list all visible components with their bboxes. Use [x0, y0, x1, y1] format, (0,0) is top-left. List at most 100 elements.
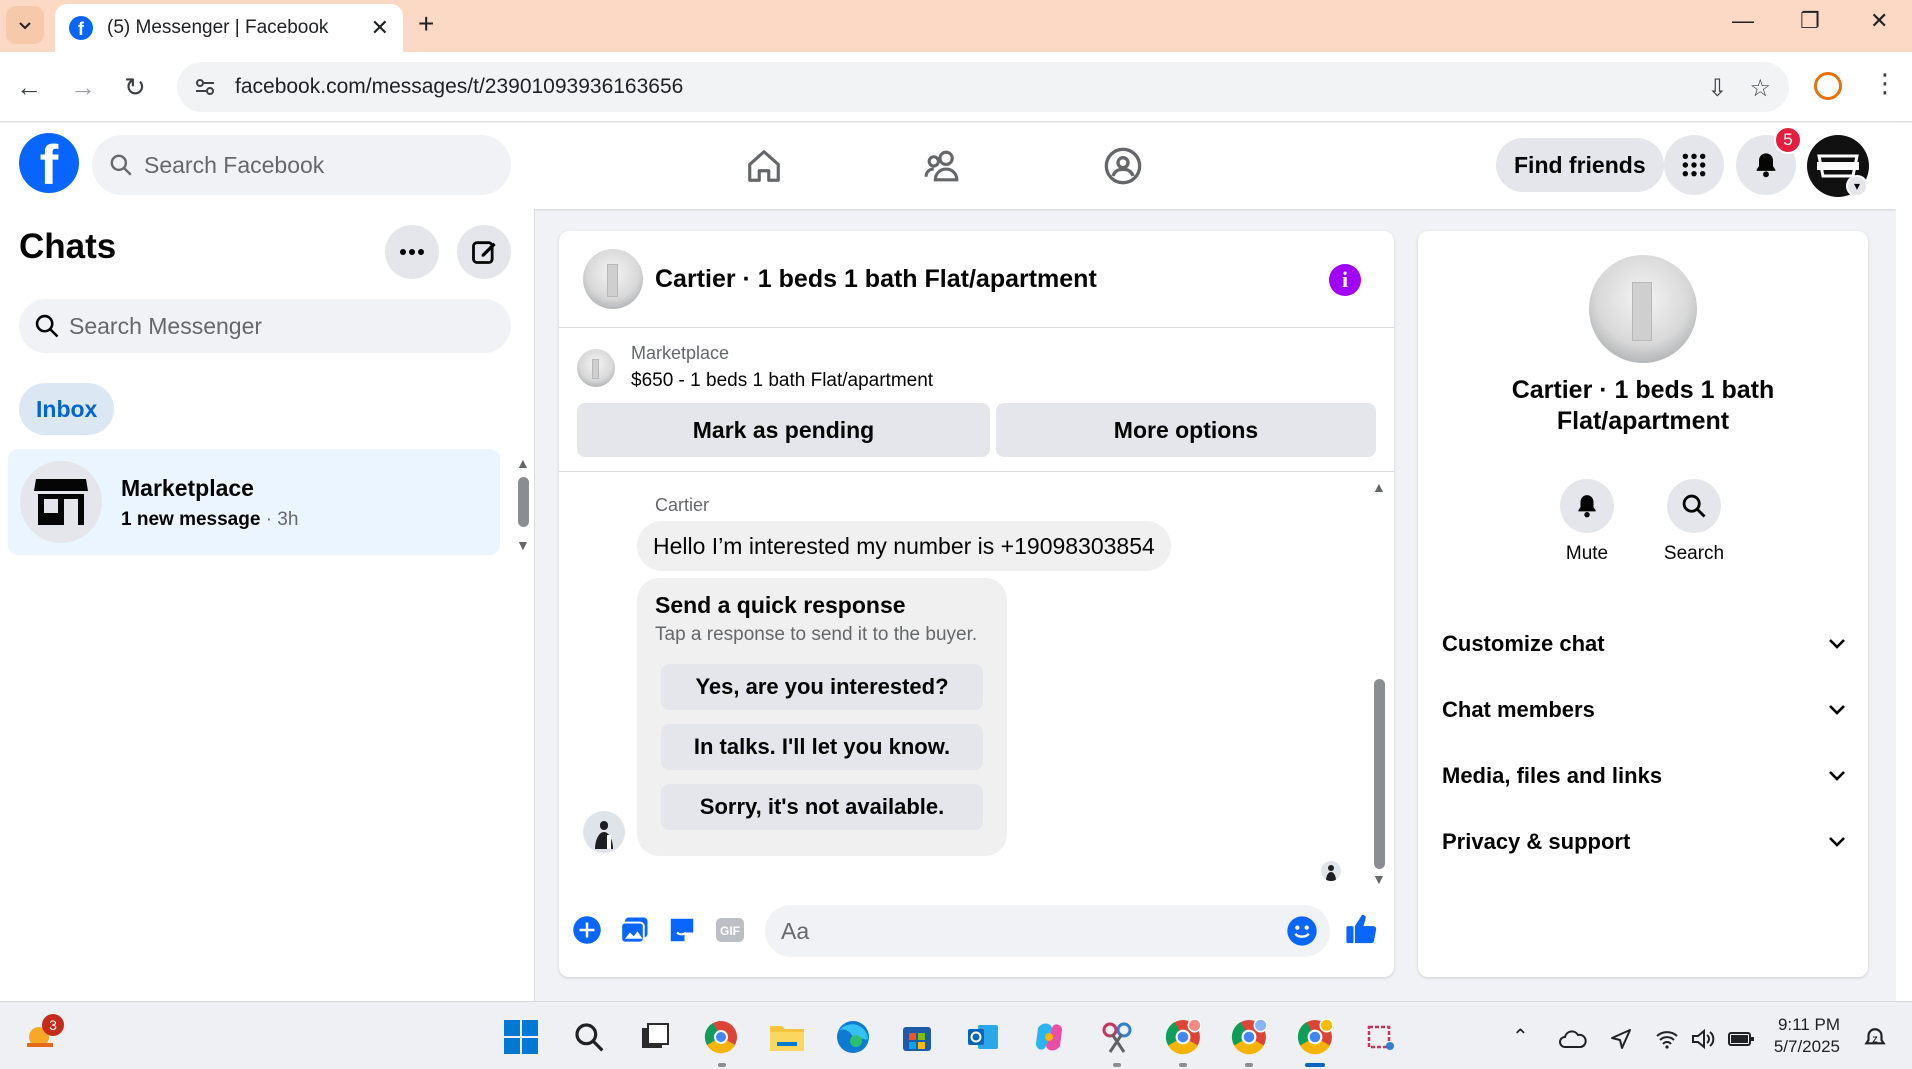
tray-overflow-chevron-icon[interactable]: ⌃ [1512, 1024, 1529, 1049]
message-bubble[interactable]: Hello I’m interested my number is +19098… [637, 521, 1171, 571]
quick-response-subtitle: Tap a response to send it to the buyer. [655, 624, 978, 645]
quick-response-option[interactable]: Sorry, it's not available. [661, 784, 983, 830]
browser-tab-active[interactable]: f (5) Messenger | Facebook ✕ [55, 4, 403, 52]
listing-summary[interactable]: $650 - 1 beds 1 bath Flat/apartment [631, 370, 933, 392]
battery-icon[interactable] [1722, 1020, 1760, 1058]
inbox-filter[interactable]: Inbox [19, 383, 115, 435]
volume-icon[interactable] [1684, 1020, 1722, 1058]
mute-action[interactable]: Mute [1547, 479, 1627, 565]
conversation-item-marketplace[interactable]: Marketplace 1 new message · 3h [8, 449, 500, 555]
restore-icon[interactable]: ❐ [1800, 8, 1820, 34]
listing-small-thumbnail[interactable] [577, 349, 615, 387]
browser-menu-icon[interactable]: ⋮ [1872, 68, 1898, 99]
gif-icon[interactable]: GIF [714, 914, 746, 946]
search-in-chat-action[interactable]: Search [1654, 479, 1734, 565]
message-input[interactable] [781, 917, 1241, 945]
emoji-icon[interactable] [1286, 915, 1318, 947]
onedrive-cloud-icon[interactable] [1554, 1020, 1592, 1058]
chats-options-button[interactable] [385, 225, 439, 279]
messenger-search[interactable] [19, 299, 511, 353]
section-label: Privacy & support [1442, 829, 1631, 854]
start-windows-icon[interactable] [502, 1018, 540, 1056]
more-actions-icon[interactable] [571, 914, 603, 946]
conversation-time: · 3h [260, 509, 299, 530]
quick-response-option[interactable]: Yes, are you interested? [661, 664, 983, 710]
notification-center-icon[interactable]: Z [1856, 1020, 1894, 1058]
browser-profile-icon[interactable] [1814, 72, 1842, 100]
chevron-down-icon [1829, 837, 1845, 847]
privacy-support-section[interactable]: Privacy & support [1442, 822, 1847, 862]
sidebar-scroll-up-icon[interactable]: ▲ [516, 455, 530, 471]
account-caret-icon[interactable]: ▾ [1846, 175, 1868, 197]
message-composer[interactable] [765, 905, 1330, 957]
thread-scroll-up-icon[interactable]: ▲ [1372, 479, 1386, 495]
file-explorer-icon[interactable] [768, 1018, 806, 1056]
reload-icon[interactable]: ↻ [124, 72, 146, 103]
section-label: Customize chat [1442, 631, 1605, 656]
taskbar-clock[interactable]: 9:11 PM 5/7/2025 [1756, 1014, 1840, 1058]
bookmark-star-icon[interactable]: ☆ [1749, 74, 1771, 103]
facebook-search[interactable] [92, 135, 511, 195]
messenger-search-input[interactable] [69, 312, 369, 340]
microsoft-store-icon[interactable] [898, 1018, 936, 1056]
media-files-links-section[interactable]: Media, files and links [1442, 756, 1847, 796]
storefront-icon [34, 479, 88, 525]
listing-thumbnail[interactable] [583, 249, 643, 309]
home-icon[interactable] [739, 141, 789, 191]
facebook-search-input[interactable] [144, 151, 444, 179]
copilot-icon[interactable] [1030, 1018, 1068, 1056]
chrome-profile-icon[interactable] [1164, 1018, 1202, 1056]
search-icon [1682, 494, 1706, 518]
thread-scroll-down-icon[interactable]: ▼ [1372, 871, 1386, 887]
chrome-profile-icon[interactable] [1296, 1018, 1334, 1056]
clock-time: 9:11 PM [1777, 1015, 1840, 1034]
address-bar[interactable]: facebook.com/messages/t/2390109393616365… [177, 62, 1789, 112]
svg-text:Z: Z [1872, 1034, 1878, 1044]
sticker-icon[interactable] [666, 914, 698, 946]
site-settings-icon[interactable] [191, 73, 219, 101]
sidebar-scrollbar-thumb[interactable] [518, 477, 529, 527]
minimize-icon[interactable]: — [1732, 8, 1754, 34]
back-icon[interactable]: ← [16, 72, 42, 103]
edge-browser-icon[interactable] [834, 1018, 872, 1056]
more-icon [400, 249, 424, 255]
sidebar-scroll-down-icon[interactable]: ▼ [516, 537, 530, 553]
find-friends-button[interactable]: Find friends [1496, 138, 1664, 192]
new-message-button[interactable] [457, 225, 511, 279]
more-options-button[interactable]: More options [996, 403, 1376, 457]
chrome-profile-icon[interactable] [1230, 1018, 1268, 1056]
facebook-logo-icon[interactable]: f [19, 133, 79, 193]
taskbar-running-dot [1245, 1063, 1253, 1067]
chrome-app-icon[interactable] [702, 1018, 740, 1056]
sender-avatar[interactable] [583, 811, 625, 853]
facebook-header: f Find friends 5 ▾ [0, 123, 1896, 209]
wifi-icon[interactable] [1648, 1020, 1686, 1058]
taskbar-search-icon[interactable] [570, 1018, 608, 1056]
clock-date: 5/7/2025 [1773, 1037, 1840, 1056]
page-scrollbar[interactable] [1896, 123, 1912, 1003]
install-app-icon[interactable]: ⇩ [1707, 74, 1727, 103]
snipping-tool-icon[interactable] [1098, 1018, 1136, 1056]
menu-grid-button[interactable] [1664, 135, 1724, 195]
quick-response-card: Send a quick response Tap a response to … [637, 578, 1007, 856]
snip-app-icon[interactable] [1362, 1018, 1400, 1056]
conversation-title[interactable]: Cartier · 1 beds 1 bath Flat/apartment [655, 265, 1097, 294]
groups-icon[interactable] [1098, 141, 1148, 191]
customize-chat-section[interactable]: Customize chat [1442, 624, 1847, 664]
task-view-icon[interactable] [636, 1018, 674, 1056]
attach-photo-icon[interactable] [619, 914, 651, 946]
quick-response-option[interactable]: In talks. I'll let you know. [661, 724, 983, 770]
friends-icon[interactable] [918, 141, 968, 191]
forward-icon[interactable]: → [70, 72, 96, 103]
location-arrow-icon[interactable] [1602, 1020, 1640, 1058]
tab-search-button[interactable] [6, 6, 44, 44]
new-tab-icon[interactable]: + [418, 8, 434, 40]
info-icon[interactable]: i [1329, 264, 1361, 296]
like-thumb-icon[interactable] [1344, 911, 1380, 947]
outlook-icon[interactable] [964, 1018, 1002, 1056]
thread-scrollbar-thumb[interactable] [1374, 679, 1385, 869]
tab-close-icon[interactable]: ✕ [371, 15, 389, 41]
chat-members-section[interactable]: Chat members [1442, 690, 1847, 730]
window-close-icon[interactable]: ✕ [1870, 8, 1888, 34]
mark-as-pending-button[interactable]: Mark as pending [577, 403, 990, 457]
